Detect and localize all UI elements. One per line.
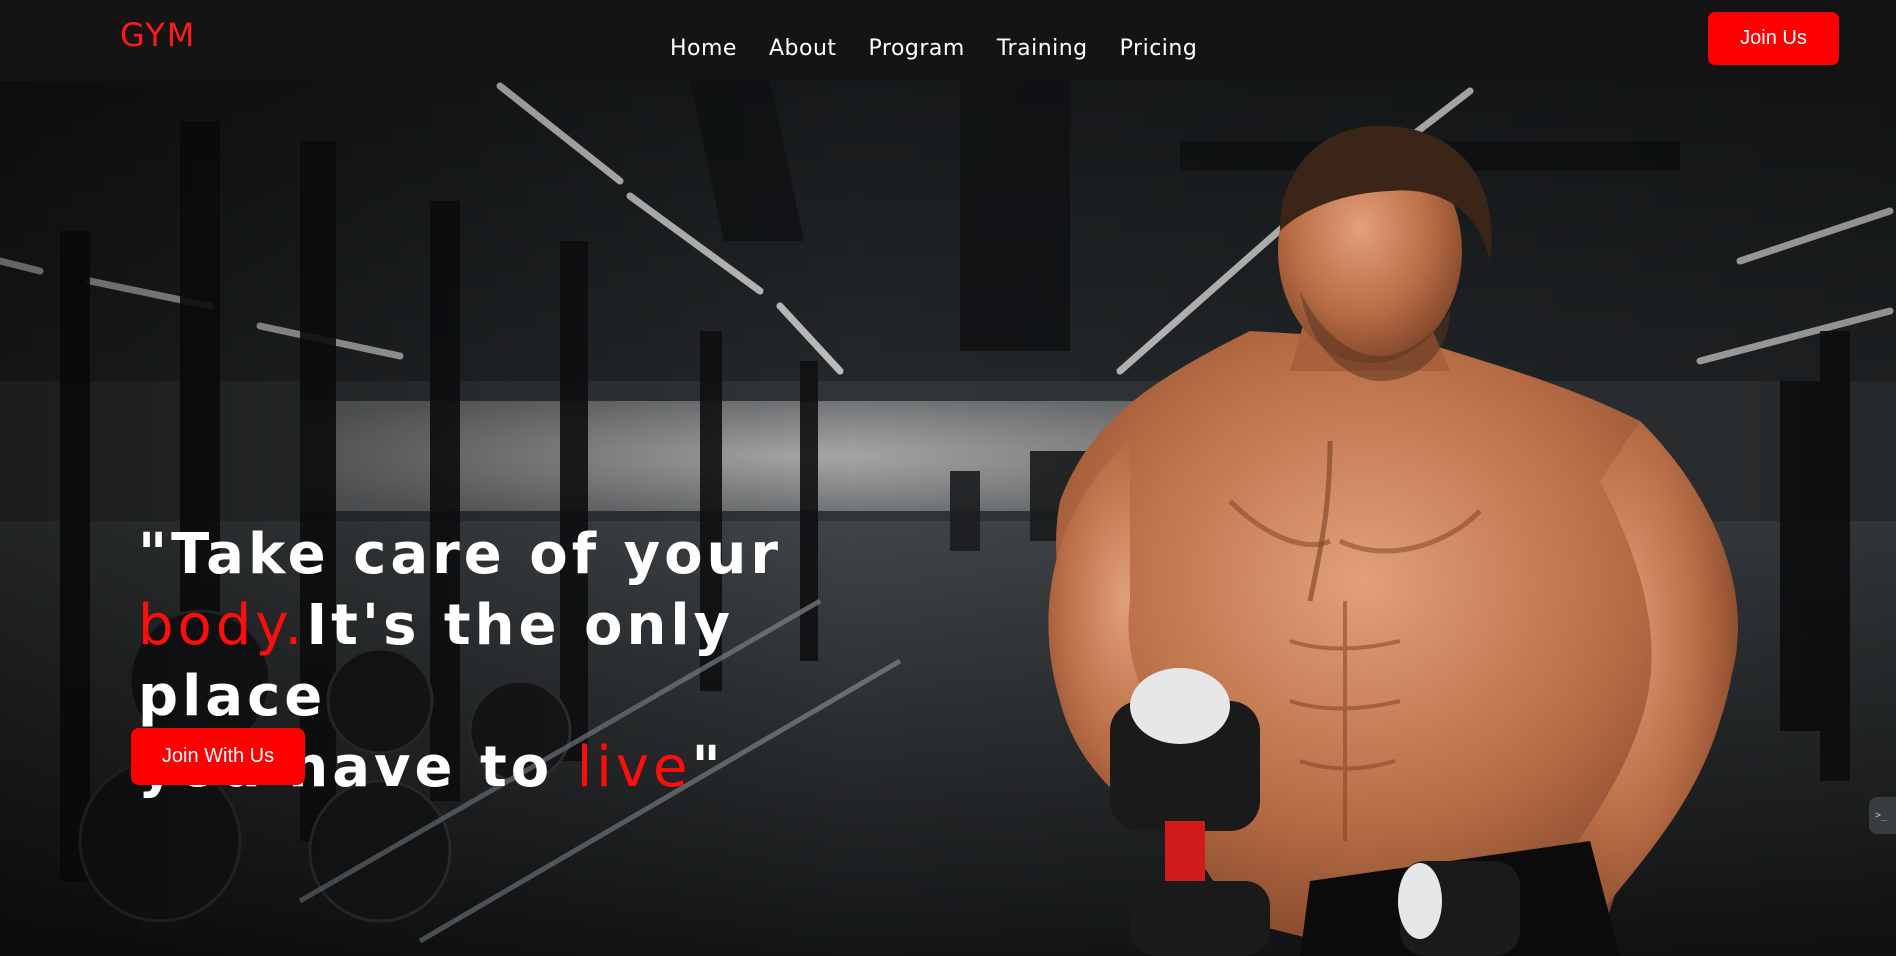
nav-link-home[interactable]: Home	[670, 36, 737, 61]
side-widget-tab[interactable]: >_	[1869, 797, 1896, 834]
headline-accent-body: body.	[138, 593, 307, 658]
nav-link-program[interactable]: Program	[869, 36, 965, 61]
nav-link-about[interactable]: About	[769, 36, 837, 61]
hero-section: "Take care of your body.It's the only pl…	[0, 81, 1896, 956]
landing-page: GYM Home About Program Training Pricing …	[0, 0, 1896, 956]
join-us-button[interactable]: Join Us	[1708, 12, 1839, 65]
navbar: GYM Home About Program Training Pricing …	[0, 0, 1896, 81]
nav-link-training[interactable]: Training	[997, 36, 1088, 61]
join-with-us-button[interactable]: Join With Us	[131, 728, 305, 785]
nav-links: Home About Program Training Pricing	[670, 36, 1197, 61]
nav-link-pricing[interactable]: Pricing	[1120, 36, 1198, 61]
headline-quote-close: "	[691, 735, 725, 800]
logo[interactable]: GYM	[120, 16, 196, 54]
headline-line-1: "Take care of your	[138, 522, 783, 587]
headline-accent-live: live	[576, 735, 692, 800]
